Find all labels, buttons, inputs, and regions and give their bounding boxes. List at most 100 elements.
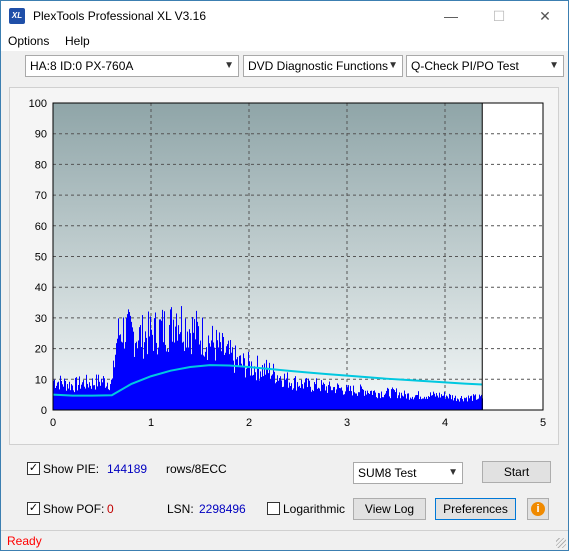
chart-bar [339, 387, 340, 410]
maximize-icon: ☐ [492, 8, 506, 24]
chart-bar [128, 309, 129, 410]
chart-bar [136, 341, 137, 410]
chart-bar [76, 377, 77, 410]
chart-bar [57, 382, 58, 410]
chart-bar [79, 376, 80, 410]
chart-bar [62, 384, 63, 410]
chart-bar [419, 399, 420, 410]
show-pie-checkbox[interactable]: ✓ [27, 462, 40, 475]
chart-bar [315, 384, 316, 410]
chart-bar [133, 331, 134, 410]
test-select[interactable]: Q-Check PI/PO Test ▼ [406, 55, 564, 77]
chart-bar [59, 389, 60, 410]
chart-bar [319, 388, 320, 410]
chart-bar [456, 401, 457, 410]
chart-bar [242, 365, 243, 410]
controls-panel: ✓ Show PIE: 144189 rows/8ECC ✓ Show POF:… [9, 451, 559, 526]
info-button[interactable]: i [527, 498, 549, 520]
resize-grip-icon[interactable] [556, 538, 566, 548]
menu-options[interactable]: Options [8, 34, 49, 48]
chart-bar [172, 341, 173, 410]
chart-bar [285, 379, 286, 410]
chart-bar [146, 337, 147, 410]
chart-bar [309, 380, 310, 410]
chart-bar [313, 391, 314, 410]
chart-bar [125, 342, 126, 410]
chart-bar [386, 390, 387, 410]
y-tick-label: 100 [29, 98, 47, 110]
y-tick-label: 50 [35, 252, 47, 264]
menu-help[interactable]: Help [65, 34, 90, 48]
chart-bar [355, 393, 356, 410]
chart-bar [257, 355, 258, 410]
chart-bar [452, 395, 453, 410]
chart-bar [95, 389, 96, 410]
chart-bar [187, 331, 188, 410]
chart-bar [63, 386, 64, 410]
chart-bar [331, 390, 332, 410]
chart-bar [394, 390, 395, 410]
chart-bar [357, 395, 358, 410]
chart-bar [212, 325, 213, 410]
chart-bar [132, 327, 133, 410]
logarithmic-checkbox[interactable] [267, 502, 280, 515]
chart-bar [351, 391, 352, 410]
chart-bar [147, 354, 148, 410]
chart-bar [202, 317, 203, 410]
menu-bar: Options Help [1, 31, 568, 51]
chart-bar [115, 354, 116, 410]
chart-bar [200, 340, 201, 410]
chart-bar [110, 384, 111, 410]
chart-bar [403, 396, 404, 410]
chart-bar [414, 397, 415, 410]
sum-test-select[interactable]: SUM8 Test ▼ [353, 462, 463, 484]
chart-bar [396, 388, 397, 410]
chart-bar [367, 390, 368, 410]
chart-bar [354, 392, 355, 410]
chart-bar [475, 394, 476, 410]
chart-bar [416, 394, 417, 410]
chart-bar [297, 382, 298, 410]
x-tick-label: 0 [50, 417, 56, 429]
chart-bar [70, 390, 71, 410]
chart-bar [320, 391, 321, 410]
chart-bar [205, 351, 206, 410]
chart-bar [360, 384, 361, 410]
chart-bar [250, 375, 251, 410]
chart-bar [307, 387, 308, 410]
sum-test-select-value: SUM8 Test [358, 466, 417, 480]
title-bar: XL PlexTools Professional XL V3.16 — ☐ ✕ [1, 1, 568, 31]
y-tick-label: 0 [41, 405, 47, 417]
chart-bar [449, 393, 450, 410]
chart-bar [393, 389, 394, 410]
chart-bar [195, 339, 196, 410]
lsn-label: LSN: [167, 502, 194, 516]
minimize-icon[interactable]: — [428, 1, 474, 31]
chart-bar [159, 319, 160, 410]
lsn-value: 2298496 [199, 502, 246, 516]
show-pof-checkbox[interactable]: ✓ [27, 502, 40, 515]
chart-bar [426, 396, 427, 410]
x-tick-label: 3 [344, 417, 350, 429]
preferences-button[interactable]: Preferences [435, 498, 516, 520]
menu-help-label: Help [65, 34, 90, 48]
close-icon[interactable]: ✕ [522, 1, 568, 31]
chart-bar [430, 392, 431, 410]
function-select[interactable]: DVD Diagnostic Functions ▼ [243, 55, 403, 77]
drive-select[interactable]: HA:8 ID:0 PX-760A ▼ [25, 55, 239, 77]
start-button[interactable]: Start [482, 461, 551, 483]
view-log-button[interactable]: View Log [353, 498, 426, 520]
chart-bar [238, 365, 239, 410]
rows-label: rows/8ECC [166, 462, 227, 476]
chart-bar [298, 386, 299, 410]
chart-bar [93, 385, 94, 410]
chart-bar [406, 398, 407, 410]
chart-bar [218, 347, 219, 410]
chart-bar [330, 386, 331, 410]
x-tick-label: 5 [540, 417, 546, 429]
chart-bar [145, 331, 146, 410]
chart-bar [461, 395, 462, 410]
chart-bar [304, 382, 305, 410]
chart-bar [379, 393, 380, 410]
chart-bar [130, 315, 131, 410]
